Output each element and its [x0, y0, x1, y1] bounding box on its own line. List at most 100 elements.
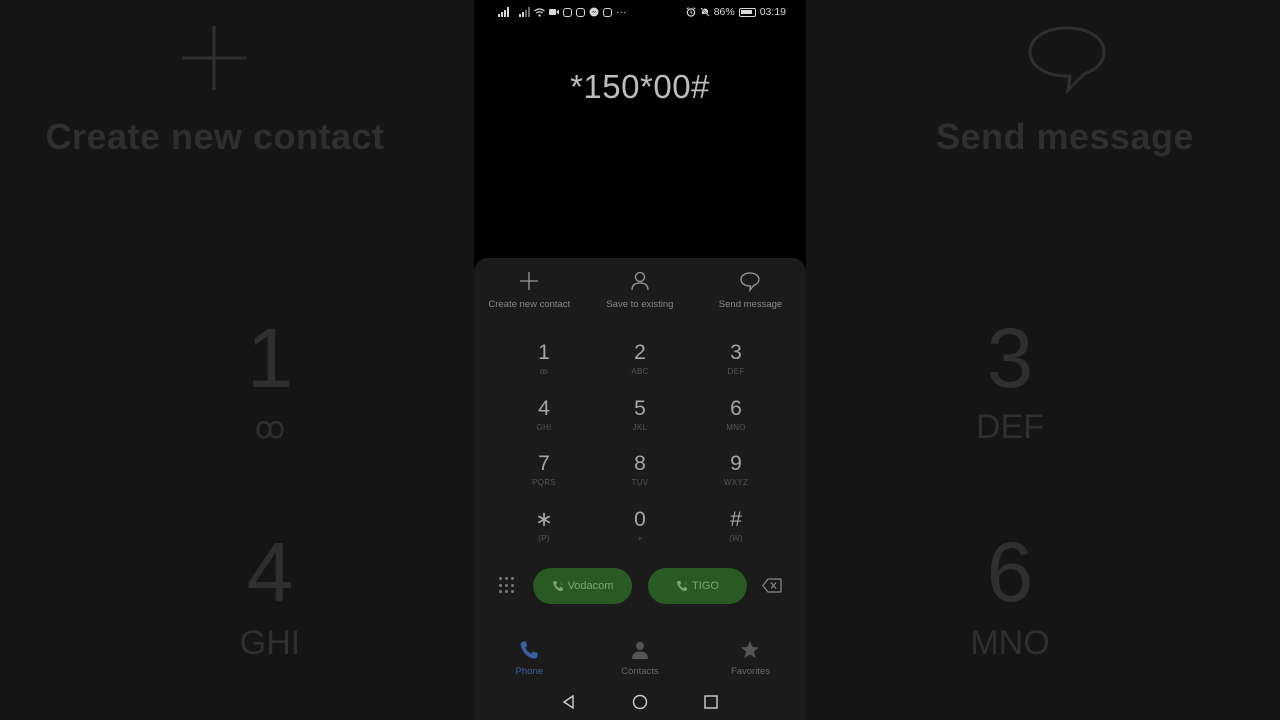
key-5[interactable]: 5 JKL — [592, 398, 688, 454]
call-vodacom-label: Vodacom — [567, 580, 614, 592]
key-8[interactable]: 8 TUV — [592, 453, 688, 509]
key-letters: (P) — [538, 533, 550, 543]
send-message-label: Send message — [718, 299, 783, 310]
bg-voicemail-icon: ꝏ — [254, 412, 286, 445]
key-letters: ABC — [631, 367, 649, 376]
bg-key-letters: DEF — [976, 408, 1044, 446]
key-9[interactable]: 9 WXYZ — [688, 453, 784, 509]
svg-text:1: 1 — [560, 581, 563, 586]
instagram-icon — [603, 7, 612, 17]
key-2[interactable]: 2 ABC — [592, 342, 688, 398]
call-tigo-label: TIGO — [692, 580, 719, 592]
phone-screen: ··· 86% 03:19 *150*00# Create new contac… — [474, 0, 806, 720]
instagram-icon — [563, 7, 572, 17]
key-letters: PQRS — [532, 478, 556, 487]
key-6[interactable]: 6 MNO — [688, 398, 784, 454]
back-icon[interactable] — [561, 694, 577, 710]
key-letters: MNO — [726, 422, 746, 432]
dialed-number: *150*00# — [570, 68, 710, 105]
send-message-button[interactable]: Send message — [695, 270, 806, 310]
bg-key-6: 6 MNO — [955, 530, 1065, 660]
bg-key-digit: 3 — [986, 311, 1034, 405]
key-3[interactable]: 3 DEF — [688, 342, 784, 398]
tab-phone[interactable]: Phone — [474, 640, 585, 677]
battery-percent: 86% — [713, 6, 735, 18]
tab-contacts[interactable]: Contacts — [585, 640, 696, 677]
call-tigo-button[interactable]: 2 TIGO — [648, 568, 747, 604]
status-left: ··· — [498, 6, 627, 18]
plus-icon — [520, 272, 539, 290]
bg-key-1: 1 ꝏ — [230, 316, 310, 444]
key-0[interactable]: 0 + — [592, 509, 688, 565]
key-letters: TUV — [631, 478, 649, 487]
key-digit: 5 — [634, 396, 646, 420]
dialpad-toggle-icon[interactable] — [499, 577, 515, 595]
call-vodacom-button[interactable]: 1 Vodacom — [533, 568, 632, 604]
bg-plus-icon — [178, 22, 250, 94]
system-nav-bar — [474, 690, 806, 714]
key-digit: 4 — [538, 396, 550, 420]
key-digit: 6 — [730, 396, 742, 420]
key-digit: 3 — [730, 341, 742, 364]
home-icon[interactable] — [632, 694, 648, 710]
messenger-icon — [589, 7, 599, 17]
key-digit: ∗ — [535, 507, 553, 531]
tab-contacts-label: Contacts — [621, 666, 659, 677]
bg-key-4: 4 GHI — [225, 530, 315, 660]
mute-icon — [700, 7, 710, 17]
contacts-icon — [631, 642, 648, 659]
tab-phone-label: Phone — [515, 666, 544, 677]
key-letters: + — [637, 533, 643, 543]
bg-send-message-text: Send message — [935, 116, 1195, 157]
status-bar: ··· 86% 03:19 — [474, 0, 806, 24]
create-new-contact-button[interactable]: Create new contact — [474, 270, 585, 310]
quick-actions: Create new contact Save to existing Send… — [474, 270, 806, 310]
tab-favorites-label: Favorites — [730, 666, 771, 677]
key-digit: 1 — [538, 341, 550, 364]
phone-icon: 2 — [677, 581, 688, 591]
bottom-tabs: Phone Contacts Favorites — [474, 640, 806, 677]
key-letters: (W) — [729, 533, 743, 543]
key-digit: 7 — [538, 452, 550, 475]
key-letters: WXYZ — [723, 478, 749, 487]
key-digit: # — [730, 507, 742, 531]
key-digit: 9 — [730, 452, 742, 475]
bg-create-contact-text: Create new contact — [45, 116, 385, 157]
status-right: 86% 03:19 — [686, 6, 786, 18]
tab-favorites[interactable]: Favorites — [695, 640, 806, 677]
key-letters: JKL — [632, 422, 648, 432]
bg-key-letters: GHI — [239, 624, 301, 662]
video-icon — [549, 9, 559, 15]
call-row: 1 Vodacom 2 TIGO — [474, 568, 806, 604]
bg-key-letters: MNO — [970, 624, 1050, 662]
svg-text:2: 2 — [685, 581, 688, 586]
bg-key-3: 3 DEF — [965, 316, 1055, 444]
backspace-icon[interactable] — [762, 578, 782, 593]
voicemail-icon: ꝏ — [539, 367, 549, 376]
key-digit: 0 — [634, 507, 646, 531]
battery-icon — [738, 7, 756, 17]
save-to-existing-label: Save to existing — [606, 299, 674, 310]
dialpad-panel: Create new contact Save to existing Send… — [474, 258, 806, 720]
key-star[interactable]: ∗ (P) — [496, 509, 592, 565]
key-digit: 2 — [634, 341, 646, 364]
key-7[interactable]: 7 PQRS — [496, 453, 592, 509]
instagram-icon — [576, 7, 585, 17]
status-time: 03:19 — [759, 6, 786, 18]
bg-key-digit: 1 — [246, 311, 294, 405]
save-to-existing-button[interactable]: Save to existing — [585, 270, 696, 310]
recents-icon[interactable] — [703, 694, 719, 710]
key-1[interactable]: 1ꝏ — [496, 342, 592, 398]
star-icon — [741, 641, 760, 658]
bg-key-digit: 4 — [246, 525, 294, 619]
key-4[interactable]: 4 GHI — [496, 398, 592, 454]
message-icon — [740, 272, 761, 292]
key-digit: 8 — [634, 452, 646, 475]
notification-overflow: ··· — [616, 6, 627, 18]
phone-icon — [520, 641, 538, 659]
key-letters: GHI — [536, 422, 552, 432]
person-icon — [631, 271, 649, 291]
alarm-icon — [686, 7, 696, 17]
create-new-contact-label: Create new contact — [488, 299, 571, 310]
key-hash[interactable]: # (W) — [688, 509, 784, 565]
